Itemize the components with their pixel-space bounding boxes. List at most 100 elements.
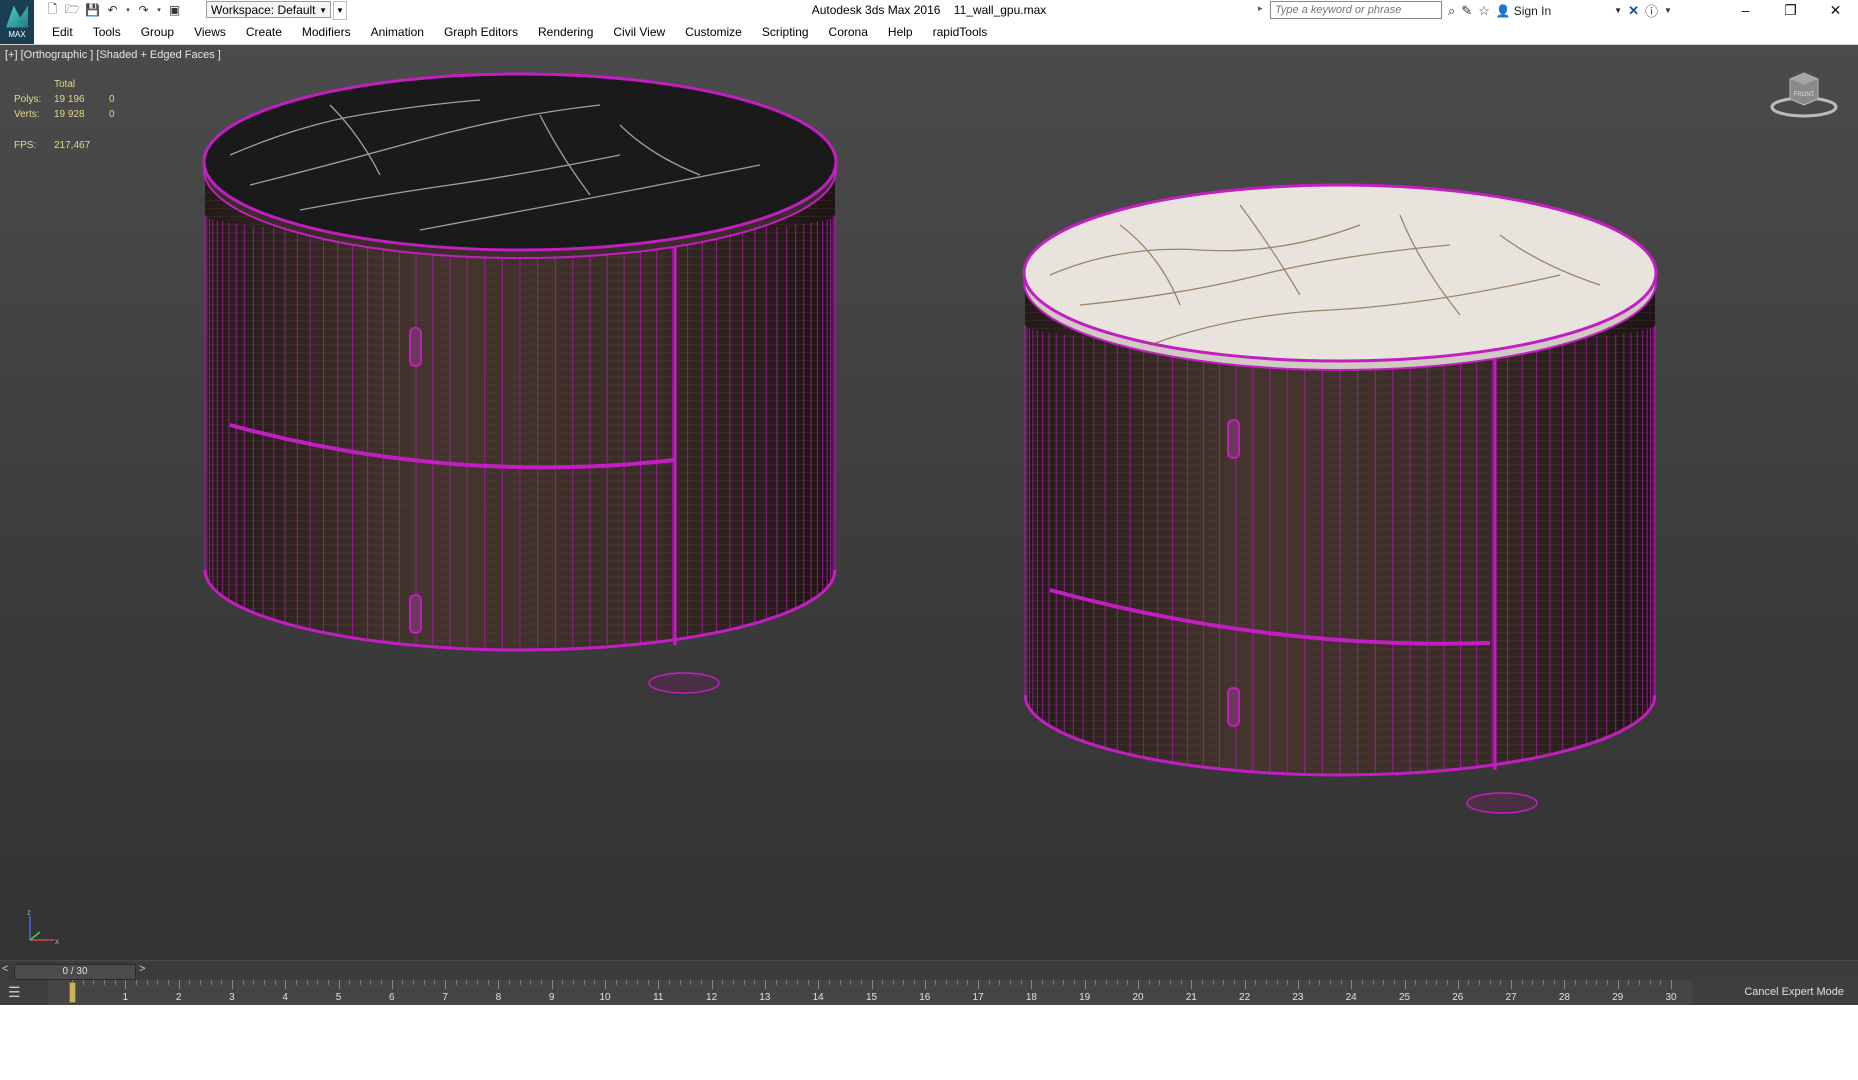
timeline-subtick <box>850 980 852 985</box>
track-bar: ☰ 01234567891011121314151617181920212223… <box>0 980 1858 1005</box>
favorites-icon[interactable]: ☆ <box>1478 3 1490 19</box>
menu-group[interactable]: Group <box>141 25 174 39</box>
timeline-tick-label: 15 <box>865 992 878 1003</box>
timeline-ruler[interactable]: 0123456789101112131415161718192021222324… <box>48 980 1692 1005</box>
timeline-subtick <box>1468 980 1470 985</box>
communication-icon[interactable]: ✎ <box>1461 3 1472 19</box>
save-icon[interactable]: 💾 <box>84 2 101 18</box>
close-button[interactable]: ✕ <box>1813 0 1858 20</box>
timeline-subtick <box>1500 980 1502 985</box>
timeline-subtick <box>1532 980 1534 985</box>
search-input[interactable] <box>1270 1 1442 19</box>
menu-create[interactable]: Create <box>246 25 282 39</box>
timeline-subtick <box>1074 980 1076 985</box>
current-frame-marker[interactable] <box>69 982 76 1003</box>
menu-modifiers[interactable]: Modifiers <box>302 25 351 39</box>
menu-edit[interactable]: Edit <box>52 25 73 39</box>
binoculars-icon[interactable]: ⌕ <box>1448 3 1455 19</box>
menu-rapidtools[interactable]: rapidTools <box>933 25 988 39</box>
timeline-tick-label: 18 <box>1025 992 1037 1003</box>
timeline-subtick <box>114 980 116 985</box>
timeline-subtick <box>1596 980 1598 985</box>
menu-graph-editors[interactable]: Graph Editors <box>444 25 518 39</box>
sign-in-label: Sign In <box>1513 3 1552 18</box>
timeline-tick <box>498 980 500 989</box>
sign-in-button[interactable]: 👤 Sign In ▼ <box>1496 4 1622 18</box>
timeline-subtick <box>956 980 958 985</box>
timeline-subtick <box>1095 980 1097 985</box>
menu-civil-view[interactable]: Civil View <box>613 25 665 39</box>
timeline-subtick <box>1319 980 1321 985</box>
workspace-dropdown[interactable]: Workspace: Default ▼ <box>206 1 331 18</box>
timeline-tick-label: 29 <box>1612 992 1624 1003</box>
menu-animation[interactable]: Animation <box>371 25 424 39</box>
timeline-subtick <box>146 980 148 985</box>
curve-editor-icon[interactable]: ☰ <box>8 984 32 1000</box>
new-file-icon[interactable]: 🗋 <box>44 2 61 18</box>
timeline-tick <box>338 980 340 989</box>
minimize-button[interactable]: – <box>1723 0 1768 20</box>
scene-canvas[interactable] <box>0 45 1858 960</box>
chevron-down-icon[interactable]: ▼ <box>1664 6 1672 15</box>
undo-dropdown-icon[interactable]: ▾ <box>124 2 132 18</box>
timeline-subtick <box>306 980 308 985</box>
time-slider[interactable]: 0 / 30 <box>14 964 136 980</box>
polys-label: Polys: <box>14 94 42 105</box>
undo-icon[interactable]: ↶ <box>104 2 121 18</box>
timeline-tick-label: 3 <box>229 992 235 1003</box>
menu-customize[interactable]: Customize <box>685 25 742 39</box>
timeline-subtick <box>999 980 1001 985</box>
timeline-subtick <box>573 980 575 985</box>
prev-frame-button[interactable]: < <box>2 963 8 975</box>
timeline-subtick <box>626 980 628 985</box>
menu-scripting[interactable]: Scripting <box>762 25 809 39</box>
menu-rendering[interactable]: Rendering <box>538 25 593 39</box>
timeline-subtick <box>679 980 681 985</box>
viewport-orthographic[interactable]: [+] [Orthographic ] [Shaded + Edged Face… <box>0 45 1858 960</box>
timeline-subtick <box>1212 980 1214 985</box>
timeline-tick <box>285 980 287 989</box>
viewcube[interactable]: FRONT <box>1768 67 1840 123</box>
timeline-subtick <box>359 980 361 985</box>
restore-button[interactable]: ❐ <box>1768 0 1813 20</box>
timeline-tick <box>1457 980 1459 989</box>
timeline-subtick <box>530 980 532 985</box>
open-file-icon[interactable]: 🗁 <box>64 2 81 18</box>
redo-icon[interactable]: ↷ <box>135 2 152 18</box>
fps-value: 217,467 <box>54 140 91 151</box>
timeline-tick-label: 2 <box>175 992 182 1003</box>
menu-views[interactable]: Views <box>194 25 226 39</box>
timeline-subtick <box>882 980 884 985</box>
nightstand-dark-marble[interactable] <box>202 72 838 694</box>
timeline-tick <box>1351 980 1353 989</box>
customize-toolbar-icon[interactable]: ▼ <box>333 1 347 20</box>
timeline-tick-label: 17 <box>972 992 984 1003</box>
exchange-icon[interactable]: ✕ <box>1628 3 1639 19</box>
timeline-subtick <box>1329 980 1331 985</box>
timeline-tick <box>1031 980 1033 989</box>
timeline-subtick <box>263 980 265 985</box>
title-bar: MAX 🗋 🗁 💾 ↶ ▾ ↷ ▾ ▣ Workspace: Default ▼… <box>0 0 1858 44</box>
timeline-subtick <box>466 980 468 985</box>
timeline-subtick <box>1649 980 1651 985</box>
menu-corona[interactable]: Corona <box>829 25 868 39</box>
timeline-tick <box>764 980 766 989</box>
viewport-label[interactable]: [+] [Orthographic ] [Shaded + Edged Face… <box>5 49 221 61</box>
timeline-subtick <box>509 980 511 985</box>
timeline-subtick <box>1169 980 1171 985</box>
help-icon[interactable]: ⓘ <box>1645 1 1658 20</box>
timeline-subtick <box>1447 980 1449 985</box>
app-logo-text: MAX <box>8 29 26 39</box>
redo-dropdown-icon[interactable]: ▾ <box>155 2 163 18</box>
nightstand-white-marble[interactable] <box>1022 183 1658 814</box>
menu-tools[interactable]: Tools <box>93 25 121 39</box>
timeline-tick <box>1244 980 1246 989</box>
timeline-tick <box>1297 980 1299 989</box>
search-expand-icon[interactable]: ▸ <box>1258 3 1263 14</box>
menu-help[interactable]: Help <box>888 25 913 39</box>
next-frame-button[interactable]: > <box>139 963 145 975</box>
app-logo-button[interactable]: MAX <box>0 0 34 44</box>
project-folder-icon[interactable]: ▣ <box>166 2 183 18</box>
timeline-subtick <box>839 980 841 985</box>
cancel-expert-mode-button[interactable]: Cancel Expert Mode <box>1694 980 1848 1005</box>
